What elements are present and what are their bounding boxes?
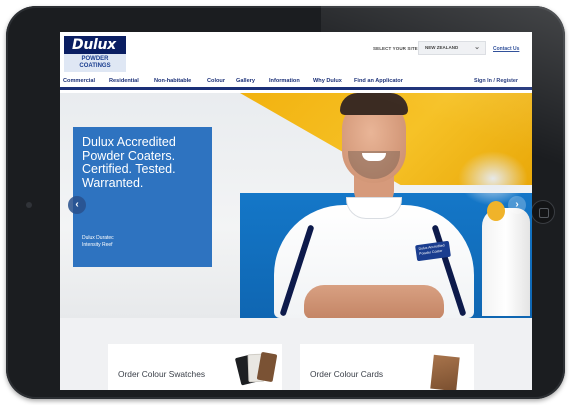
- hero-caption: Dulux Duratec Intensity Reef: [82, 235, 114, 248]
- hero-carousel: Dulux Accredited Powder Coater Dulux Acc…: [60, 93, 532, 318]
- browser-screen: Dulux POWDER COATINGS SELECT YOUR SITE: …: [60, 32, 532, 390]
- nav-item-non-habitable[interactable]: Non-habitable: [154, 78, 191, 84]
- main-nav: Commercial Residential Non-habitable Col…: [60, 76, 532, 90]
- worker-hardhat: [487, 201, 505, 221]
- card-label-swatches: Order Colour Swatches: [118, 369, 206, 379]
- nav-item-information[interactable]: Information: [269, 78, 300, 84]
- home-button[interactable]: [531, 200, 555, 224]
- site-select-dropdown[interactable]: NEW ZEALAND ⌄: [418, 41, 486, 55]
- site-select-value: NEW ZEALAND: [425, 45, 459, 50]
- tablet-frame: Dulux POWDER COATINGS SELECT YOUR SITE: …: [6, 6, 565, 399]
- sign-in-register-link[interactable]: Sign In / Register: [474, 78, 518, 84]
- contact-us-link[interactable]: Contact Us: [493, 46, 519, 52]
- hero-promo-box: Dulux Accredited Powder Coaters. Certifi…: [73, 127, 212, 267]
- nav-item-residential[interactable]: Residential: [109, 78, 139, 84]
- hero-headline: Dulux Accredited Powder Coaters. Certifi…: [82, 135, 176, 190]
- colour-card-image: [430, 354, 460, 390]
- chevron-left-icon: ‹: [75, 199, 79, 210]
- order-colour-cards-card[interactable]: Order Colour Cards: [300, 344, 474, 390]
- nav-item-why-dulux[interactable]: Why Dulux: [313, 78, 342, 84]
- nav-item-find-applicator[interactable]: Find an Applicator: [354, 78, 403, 84]
- order-colour-swatches-card[interactable]: Order Colour Swatches: [108, 344, 282, 390]
- logo-subtitle: POWDER COATINGS: [64, 54, 126, 72]
- carousel-prev-button[interactable]: ‹: [68, 196, 86, 214]
- crossed-arms: [304, 285, 444, 318]
- camera-icon: [26, 202, 32, 208]
- order-cards-section: Order Colour Swatches Order Colour Cards: [60, 318, 532, 390]
- card-label-colour-cards: Order Colour Cards: [310, 369, 384, 379]
- chevron-down-icon: ⌄: [474, 44, 480, 51]
- logo-sub-line1: POWDER: [81, 56, 109, 62]
- carousel-next-button[interactable]: ›: [508, 196, 526, 214]
- nav-item-commercial[interactable]: Commercial: [63, 78, 95, 84]
- nav-item-colour[interactable]: Colour: [207, 78, 225, 84]
- dulux-logo[interactable]: Dulux POWDER COATINGS: [64, 36, 126, 72]
- background-worker: [482, 208, 530, 316]
- logo-sub-line2: COATINGS: [79, 63, 111, 69]
- site-header: Dulux POWDER COATINGS SELECT YOUR SITE: …: [60, 32, 532, 76]
- nav-item-gallery[interactable]: Gallery: [236, 78, 255, 84]
- swatch-brown-image: [256, 351, 278, 383]
- logo-brand: Dulux: [64, 36, 126, 54]
- chevron-right-icon: ›: [515, 199, 519, 210]
- site-select-label: SELECT YOUR SITE:: [373, 46, 420, 51]
- hero-person-image: Dulux Accredited Powder Coater: [264, 93, 484, 318]
- person-hair: [340, 93, 408, 115]
